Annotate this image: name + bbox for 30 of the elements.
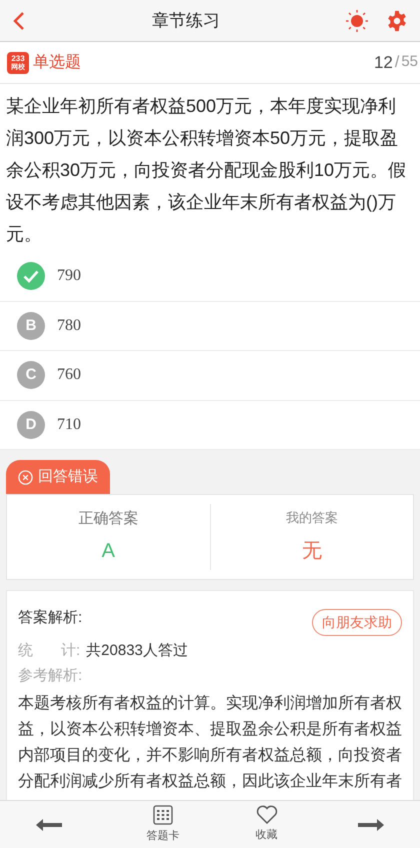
my-answer-label: 我的答案	[286, 509, 338, 528]
question-type: 单选题	[33, 52, 81, 72]
progress-separator: /	[394, 52, 400, 72]
grid-icon	[152, 804, 173, 825]
arrow-right-icon[interactable]	[358, 818, 384, 830]
progress-total: 55	[401, 52, 418, 72]
correct-answer-label: 正确答案	[78, 508, 138, 529]
option-text[interactable]: 790	[57, 264, 81, 288]
back-icon[interactable]	[12, 12, 26, 30]
close-circle-icon	[18, 470, 33, 484]
question-text: 某企业年初所有者权益500万元，本年度实现净利润300万元，以资本公积转增资本50万元，提取盈余公积30万元，向投资者分配现金股利10万元。假设不考虑其他因素，该企业年末所有者权益为()万元。	[6, 95, 408, 246]
reference-label: 参考解析:	[18, 666, 82, 684]
settings-icon[interactable]	[386, 10, 408, 32]
option-text[interactable]: 760	[57, 363, 81, 388]
analysis-title: 答案解析:	[18, 608, 82, 628]
option-text[interactable]: 780	[57, 314, 81, 338]
analysis-text: 本题考核所有者权益的计算。实现净利润增加所有者权益，以资本公积转增资本、提取盈余公积是所有者权益内部项目的变化，并不影响所有者权益总额，向投资者分配利润减少所有者权益总额，因此该企业年末所有者	[18, 694, 402, 792]
stats-value: 共20833人答过	[86, 641, 188, 661]
stats-label-colon: 计:	[61, 641, 80, 661]
option-text[interactable]: 710	[57, 412, 81, 437]
heart-icon	[256, 805, 278, 826]
correct-answer: A	[102, 539, 115, 564]
stats-label: 统	[18, 641, 33, 661]
progress-current: 12	[374, 52, 393, 74]
arrow-left-icon[interactable]	[36, 818, 62, 830]
favorite-button[interactable]: 收藏	[256, 805, 278, 844]
window-title: 章节练习	[152, 10, 220, 30]
sun-icon[interactable]	[346, 10, 368, 32]
answer-card-button[interactable]: 答题卡	[146, 804, 180, 844]
my-answer: 无	[302, 538, 322, 564]
